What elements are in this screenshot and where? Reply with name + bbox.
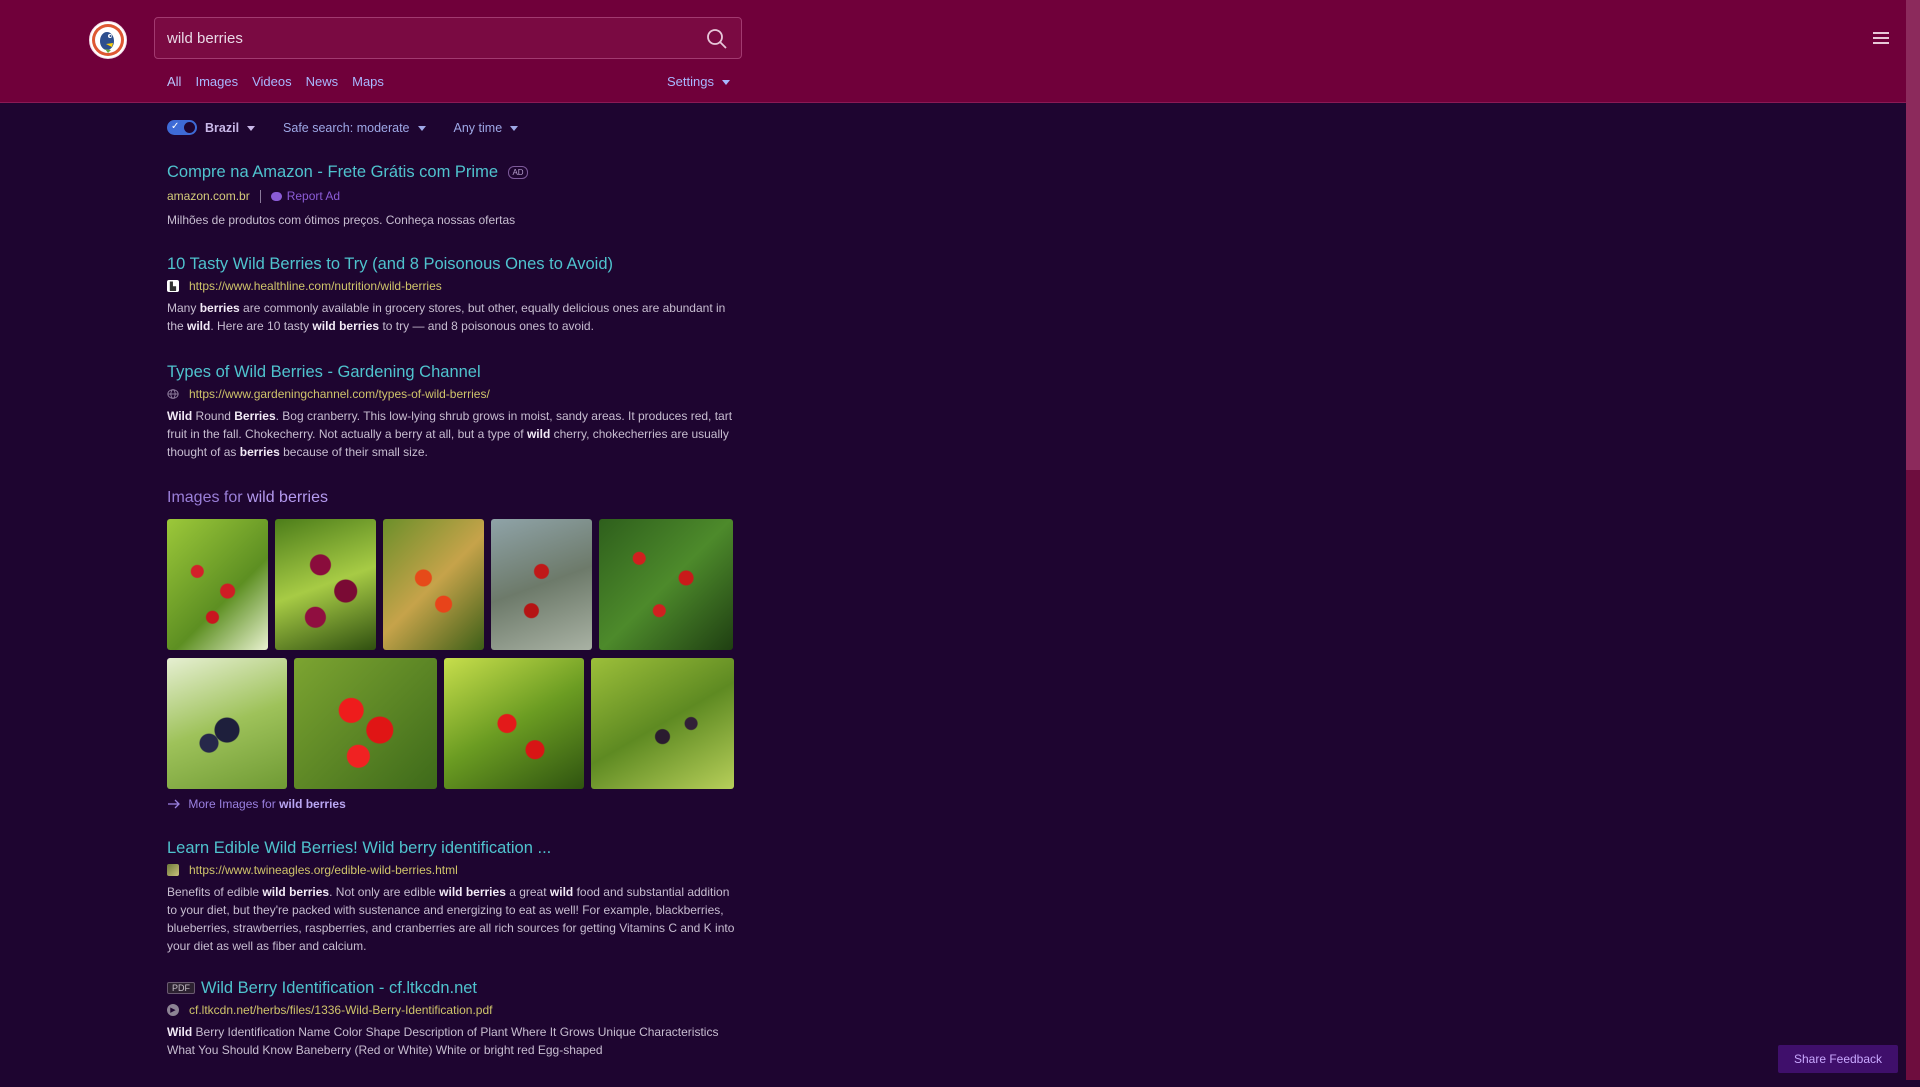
- image-thumbnail[interactable]: [294, 658, 437, 789]
- image-row: [167, 658, 737, 789]
- image-thumbnail[interactable]: [383, 519, 484, 650]
- images-heading-query: wild berries: [247, 489, 328, 506]
- check-icon: ✓: [171, 121, 180, 132]
- hamburger-menu-icon[interactable]: [1873, 32, 1889, 46]
- tab-videos[interactable]: Videos: [252, 74, 292, 89]
- healthline-favicon-icon: ▙: [167, 280, 179, 292]
- image-thumbnail[interactable]: [167, 658, 287, 789]
- scrollbar-thumb[interactable]: [1906, 0, 1920, 470]
- search-type-tabs: All Images Videos News Maps: [167, 74, 398, 89]
- settings-label: Settings: [667, 74, 714, 89]
- images-heading[interactable]: Images for wild berries: [167, 489, 737, 507]
- arrow-right-icon: [168, 799, 180, 809]
- more-images-prefix: More Images for: [188, 797, 276, 811]
- globe-icon: [167, 388, 179, 400]
- ad-badge: AD: [508, 166, 528, 179]
- safe-search-label: Safe search: moderate: [283, 120, 410, 135]
- result-title-link[interactable]: Wild Berry Identification - cf.ltkcdn.ne…: [201, 979, 477, 998]
- safe-search-dropdown[interactable]: Safe search: moderate: [283, 120, 426, 135]
- image-row: [167, 519, 737, 650]
- more-images-link[interactable]: More Images for wild berries: [167, 797, 737, 811]
- report-ad-link[interactable]: Report Ad: [270, 189, 341, 203]
- tab-all[interactable]: All: [167, 74, 181, 89]
- result-snippet: Benefits of edible wild berries. Not onl…: [167, 885, 735, 953]
- images-heading-prefix: Images for: [167, 489, 243, 506]
- result-title-link[interactable]: Learn Edible Wild Berries! Wild berry id…: [167, 839, 551, 858]
- filter-bar: ✓ Brazil Safe search: moderate Any time: [167, 120, 546, 135]
- result-url-link[interactable]: https://www.healthline.com/nutrition/wil…: [189, 279, 442, 293]
- time-label: Any time: [453, 120, 503, 135]
- result-snippet: Many berries are commonly available in g…: [167, 301, 726, 333]
- ad-title-link[interactable]: Compre na Amazon - Frete Grátis com Prim…: [167, 163, 498, 182]
- tab-images[interactable]: Images: [195, 74, 238, 89]
- header-bar: All Images Videos News Maps Settings: [0, 0, 1906, 103]
- chevron-down-icon: [247, 125, 256, 131]
- more-images-query: wild berries: [279, 797, 346, 811]
- search-result: Learn Edible Wild Berries! Wild berry id…: [167, 839, 737, 955]
- search-result: Types of Wild Berries - Gardening Channe…: [167, 363, 737, 461]
- report-ad-label: Report Ad: [286, 189, 341, 203]
- image-thumbnail[interactable]: [167, 519, 268, 650]
- share-feedback-button[interactable]: Share Feedback: [1778, 1045, 1898, 1073]
- chevron-down-icon: [510, 125, 519, 131]
- search-result: PDF Wild Berry Identification - cf.ltkcdn…: [167, 979, 737, 1059]
- image-thumbnail[interactable]: [491, 519, 592, 650]
- duckduckgo-logo[interactable]: [89, 21, 127, 59]
- tab-maps[interactable]: Maps: [352, 74, 384, 89]
- result-title-link[interactable]: Types of Wild Berries - Gardening Channe…: [167, 363, 481, 382]
- image-thumbnail[interactable]: [275, 519, 376, 650]
- result-title-link[interactable]: 10 Tasty Wild Berries to Try (and 8 Pois…: [167, 255, 613, 274]
- search-result: 10 Tasty Wild Berries to Try (and 8 Pois…: [167, 255, 737, 335]
- result-url-link[interactable]: https://www.twineagles.org/edible-wild-b…: [189, 863, 458, 877]
- region-label: Brazil: [205, 120, 240, 135]
- ad-snippet: Milhões de produtos com ótimos preços. C…: [167, 213, 516, 227]
- result-snippet: Wild Berry Identification Name Color Sha…: [167, 1025, 719, 1057]
- speech-bubble-icon: [270, 192, 282, 201]
- images-module: Images for wild berries More Images for …: [167, 489, 737, 811]
- search-input[interactable]: [167, 30, 687, 47]
- chevron-down-icon: [417, 125, 426, 131]
- results-list: Compre na Amazon - Frete Grátis com Prim…: [167, 163, 737, 1087]
- time-dropdown[interactable]: Any time: [454, 121, 519, 135]
- region-toggle[interactable]: ✓: [167, 120, 197, 135]
- ad-domain-link[interactable]: amazon.com.br: [167, 189, 250, 203]
- image-thumbnail[interactable]: [599, 519, 733, 650]
- search-icon[interactable]: [705, 27, 729, 51]
- play-icon: ▶: [167, 1004, 179, 1016]
- image-thumbnail[interactable]: [591, 658, 734, 789]
- result-snippet: Wild Round Berries. Bog cranberry. This …: [167, 409, 733, 459]
- tab-news[interactable]: News: [306, 74, 339, 89]
- region-dropdown[interactable]: Brazil: [205, 120, 256, 135]
- chevron-down-icon: [721, 80, 730, 86]
- search-box: [154, 17, 742, 59]
- settings-dropdown[interactable]: Settings: [667, 74, 730, 89]
- image-thumbnail[interactable]: [444, 658, 584, 789]
- result-url-link[interactable]: cf.ltkcdn.net/herbs/files/1336-Wild-Berr…: [189, 1003, 492, 1017]
- pdf-badge: PDF: [167, 982, 195, 994]
- result-url-link[interactable]: https://www.gardeningchannel.com/types-o…: [189, 387, 490, 401]
- divider: [259, 189, 261, 203]
- twineagles-favicon-icon: [167, 864, 179, 876]
- ad-result: Compre na Amazon - Frete Grátis com Prim…: [167, 163, 737, 229]
